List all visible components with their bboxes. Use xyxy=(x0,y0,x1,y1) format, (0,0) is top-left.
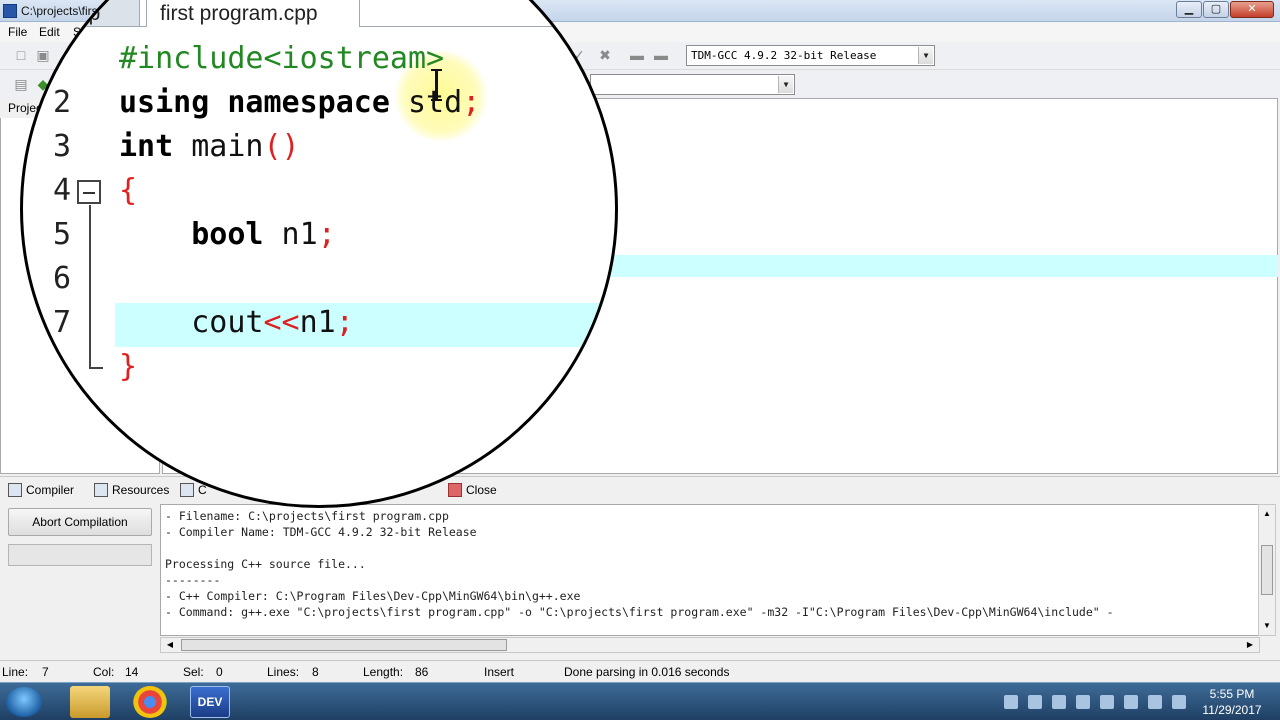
fold-guide xyxy=(89,205,91,369)
line-number: 5 xyxy=(52,217,71,252)
code-line-3[interactable]: int main() xyxy=(119,129,300,164)
tray-device-icon[interactable] xyxy=(1124,695,1138,709)
status-lines-label: Lines: xyxy=(267,665,300,679)
scroll-left-icon[interactable]: ◀ xyxy=(163,638,177,652)
compiler-select[interactable]: TDM-GCC 4.9.2 32-bit Release ▼ xyxy=(686,45,935,66)
tab-compiler[interactable]: Compiler xyxy=(4,481,80,501)
status-line-label: Line: xyxy=(2,665,29,679)
status-line-value: 7 xyxy=(42,665,49,679)
code-line-1[interactable]: #include<iostream> xyxy=(119,41,444,76)
editor-tab-previous-label: pp xyxy=(77,2,101,25)
status-bar: Line: 7 Col: 14 Sel: 0 Lines: 8 Length: … xyxy=(0,660,1280,682)
clock-date[interactable]: 11/29/2017 xyxy=(1196,703,1268,717)
delete-profile-icon[interactable]: ▬ xyxy=(652,46,670,64)
abort-compilation-button[interactable]: Abort Compilation xyxy=(8,508,152,536)
line-number: 3 xyxy=(52,129,71,164)
tab-compiler-label: Compiler xyxy=(26,483,75,497)
editor-tab-active[interactable]: first program.cpp xyxy=(146,0,360,27)
resources-icon xyxy=(94,483,108,497)
code-line-2[interactable]: using namespace std; xyxy=(119,85,480,120)
file-explorer-icon[interactable] xyxy=(70,686,110,718)
tray-flag-icon[interactable] xyxy=(1052,695,1066,709)
tab-resources[interactable]: Resources xyxy=(90,481,175,501)
minimize-button[interactable]: ▁ xyxy=(1176,1,1202,18)
chart-icon xyxy=(180,483,194,497)
scroll-down-icon[interactable]: ▼ xyxy=(1259,619,1275,633)
line-number: 7 xyxy=(52,305,71,340)
compile-progress-bar xyxy=(8,544,152,566)
close-icon xyxy=(448,483,462,497)
current-line-highlight xyxy=(600,255,1278,277)
chevron-down-icon: ▼ xyxy=(918,47,933,64)
chevron-down-icon: ▼ xyxy=(778,76,793,93)
fold-guide-end xyxy=(89,367,103,369)
log-vertical-scrollbar[interactable]: ▲ ▼ xyxy=(1258,504,1276,636)
signal-icon[interactable] xyxy=(1148,695,1162,709)
line-number: 6 xyxy=(52,261,71,296)
compile-log[interactable]: - Filename: C:\projects\first program.cp… xyxy=(160,504,1260,636)
volume-icon[interactable] xyxy=(1172,695,1186,709)
log-line: - C++ Compiler: C:\Program Files\Dev-Cpp… xyxy=(165,589,581,603)
tab-close-label: Close xyxy=(466,483,497,497)
bluetooth-icon[interactable] xyxy=(1100,695,1114,709)
line-number: 4 xyxy=(52,173,71,208)
tray-app-icon[interactable] xyxy=(1004,695,1018,709)
log-line: - Command: g++.exe "C:\projects\first pr… xyxy=(165,605,1114,619)
line-number: 8 xyxy=(52,349,71,384)
editor-tab-active-label: first program.cpp xyxy=(160,2,318,25)
status-length-label: Length: xyxy=(363,665,404,679)
magnified-editor: pp first program.cpp 2 2 3 4 5 6 7 8 #in… xyxy=(23,0,615,423)
scroll-right-icon[interactable]: ▶ xyxy=(1243,638,1257,652)
clock-time[interactable]: 5:55 PM xyxy=(1200,687,1264,701)
log-line: Processing C++ source file... xyxy=(165,557,366,571)
windows-taskbar: DEV 5:55 PM 11/29/2017 xyxy=(0,682,1280,720)
log-line: -------- xyxy=(165,573,221,587)
fold-collapse-icon[interactable] xyxy=(77,180,101,204)
tray-network-icon[interactable] xyxy=(1076,695,1090,709)
status-col-value: 14 xyxy=(125,665,139,679)
close-window-button[interactable]: ✕ xyxy=(1230,1,1274,18)
chrome-icon[interactable] xyxy=(133,686,167,718)
editor-tab-previous[interactable]: pp xyxy=(68,0,140,27)
start-button[interactable] xyxy=(6,687,42,717)
log-horizontal-scrollbar[interactable]: ◀ ▶ xyxy=(160,637,1260,653)
code-line-4[interactable]: { xyxy=(119,173,137,208)
scroll-up-icon[interactable]: ▲ xyxy=(1259,507,1275,521)
compiler-select-value: TDM-GCC 4.9.2 32-bit Release xyxy=(691,49,877,62)
scroll-thumb[interactable] xyxy=(1261,545,1273,595)
maximize-button[interactable]: ▢ xyxy=(1203,1,1229,18)
code-line-5[interactable]: bool n1; xyxy=(119,217,336,252)
status-insert-mode: Insert xyxy=(484,665,515,679)
line-number: 2 xyxy=(52,85,71,120)
profile-icon[interactable]: ▬ xyxy=(628,46,646,64)
log-line: - Filename: C:\projects\first program.cp… xyxy=(165,509,449,523)
scroll-thumb[interactable] xyxy=(181,639,507,651)
status-sel-value: 0 xyxy=(216,665,223,679)
devcpp-taskbar-icon[interactable]: DEV xyxy=(190,686,230,718)
code-line-7[interactable]: cout<<n1; xyxy=(119,305,354,340)
status-sel-label: Sel: xyxy=(183,665,204,679)
status-col-label: Col: xyxy=(93,665,115,679)
tray-app-icon[interactable] xyxy=(1028,695,1042,709)
log-line: - Compiler Name: TDM-GCC 4.9.2 32-bit Re… xyxy=(165,525,477,539)
grid-icon xyxy=(8,483,22,497)
text-cursor-icon xyxy=(431,69,442,101)
code-line-8[interactable]: } xyxy=(119,349,137,384)
tab-resources-label: Resources xyxy=(112,483,170,497)
line-number: 2 xyxy=(52,41,71,76)
status-length-value: 86 xyxy=(415,665,429,679)
function-select[interactable]: ▼ xyxy=(590,74,795,95)
devcpp-app-icon xyxy=(3,4,17,18)
status-message: Done parsing in 0.016 seconds xyxy=(564,665,730,679)
tab-close[interactable]: Close xyxy=(444,481,503,501)
status-lines-value: 8 xyxy=(312,665,319,679)
